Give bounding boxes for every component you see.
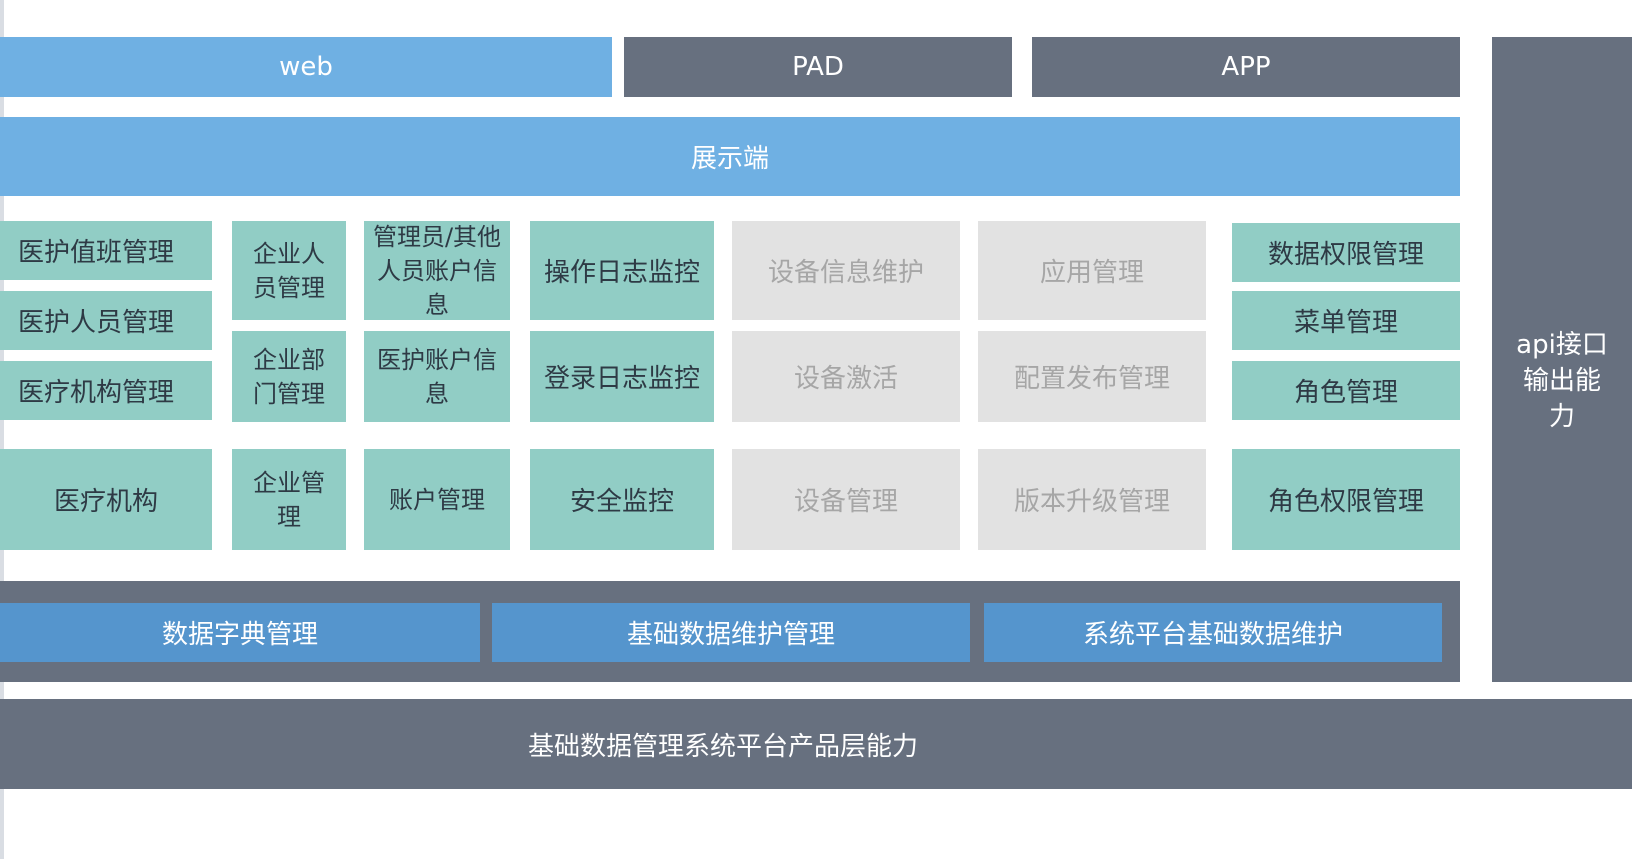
module-c5-3: 设备管理 (732, 449, 960, 550)
pad-block: PAD (624, 37, 1012, 97)
module-c5-1: 设备信息维护 (732, 221, 960, 320)
module-c3-3: 账户管理 (364, 449, 510, 550)
module-c1-2: 医护人员管理 (0, 291, 212, 350)
display-layer-block: 展示端 (0, 117, 1460, 196)
module-c4-1: 操作日志监控 (530, 221, 714, 320)
app-block: APP (1032, 37, 1460, 97)
module-c1-4: 医疗机构 (0, 449, 212, 550)
data-maintenance-2: 基础数据维护管理 (492, 603, 970, 662)
data-maintenance-1: 数据字典管理 (0, 603, 480, 662)
module-c3-2: 医护账户信息 (364, 331, 510, 422)
module-c6-3: 版本升级管理 (978, 449, 1206, 550)
module-c1-1: 医护值班管理 (0, 221, 212, 280)
module-c4-2: 登录日志监控 (530, 331, 714, 422)
module-c2-1: 企业人员管理 (232, 221, 346, 320)
web-block: web (0, 37, 612, 97)
api-output-block: api接口输出能力 (1492, 37, 1632, 682)
module-c6-1: 应用管理 (978, 221, 1206, 320)
module-c7-2: 菜单管理 (1232, 291, 1460, 350)
module-c1-3: 医疗机构管理 (0, 361, 212, 420)
platform-layer-block: 基础数据管理系统平台产品层能力 (0, 699, 1632, 789)
module-c3-1: 管理员/其他人员账户信息 (364, 221, 510, 320)
module-c2-2: 企业部门管理 (232, 331, 346, 422)
module-c5-2: 设备激活 (732, 331, 960, 422)
module-c2-3: 企业管理 (232, 449, 346, 550)
module-c4-3: 安全监控 (530, 449, 714, 550)
module-c7-1: 数据权限管理 (1232, 223, 1460, 282)
data-maintenance-3: 系统平台基础数据维护 (984, 603, 1442, 662)
module-c7-4: 角色权限管理 (1232, 449, 1460, 550)
module-c7-3: 角色管理 (1232, 361, 1460, 420)
module-c6-2: 配置发布管理 (978, 331, 1206, 422)
